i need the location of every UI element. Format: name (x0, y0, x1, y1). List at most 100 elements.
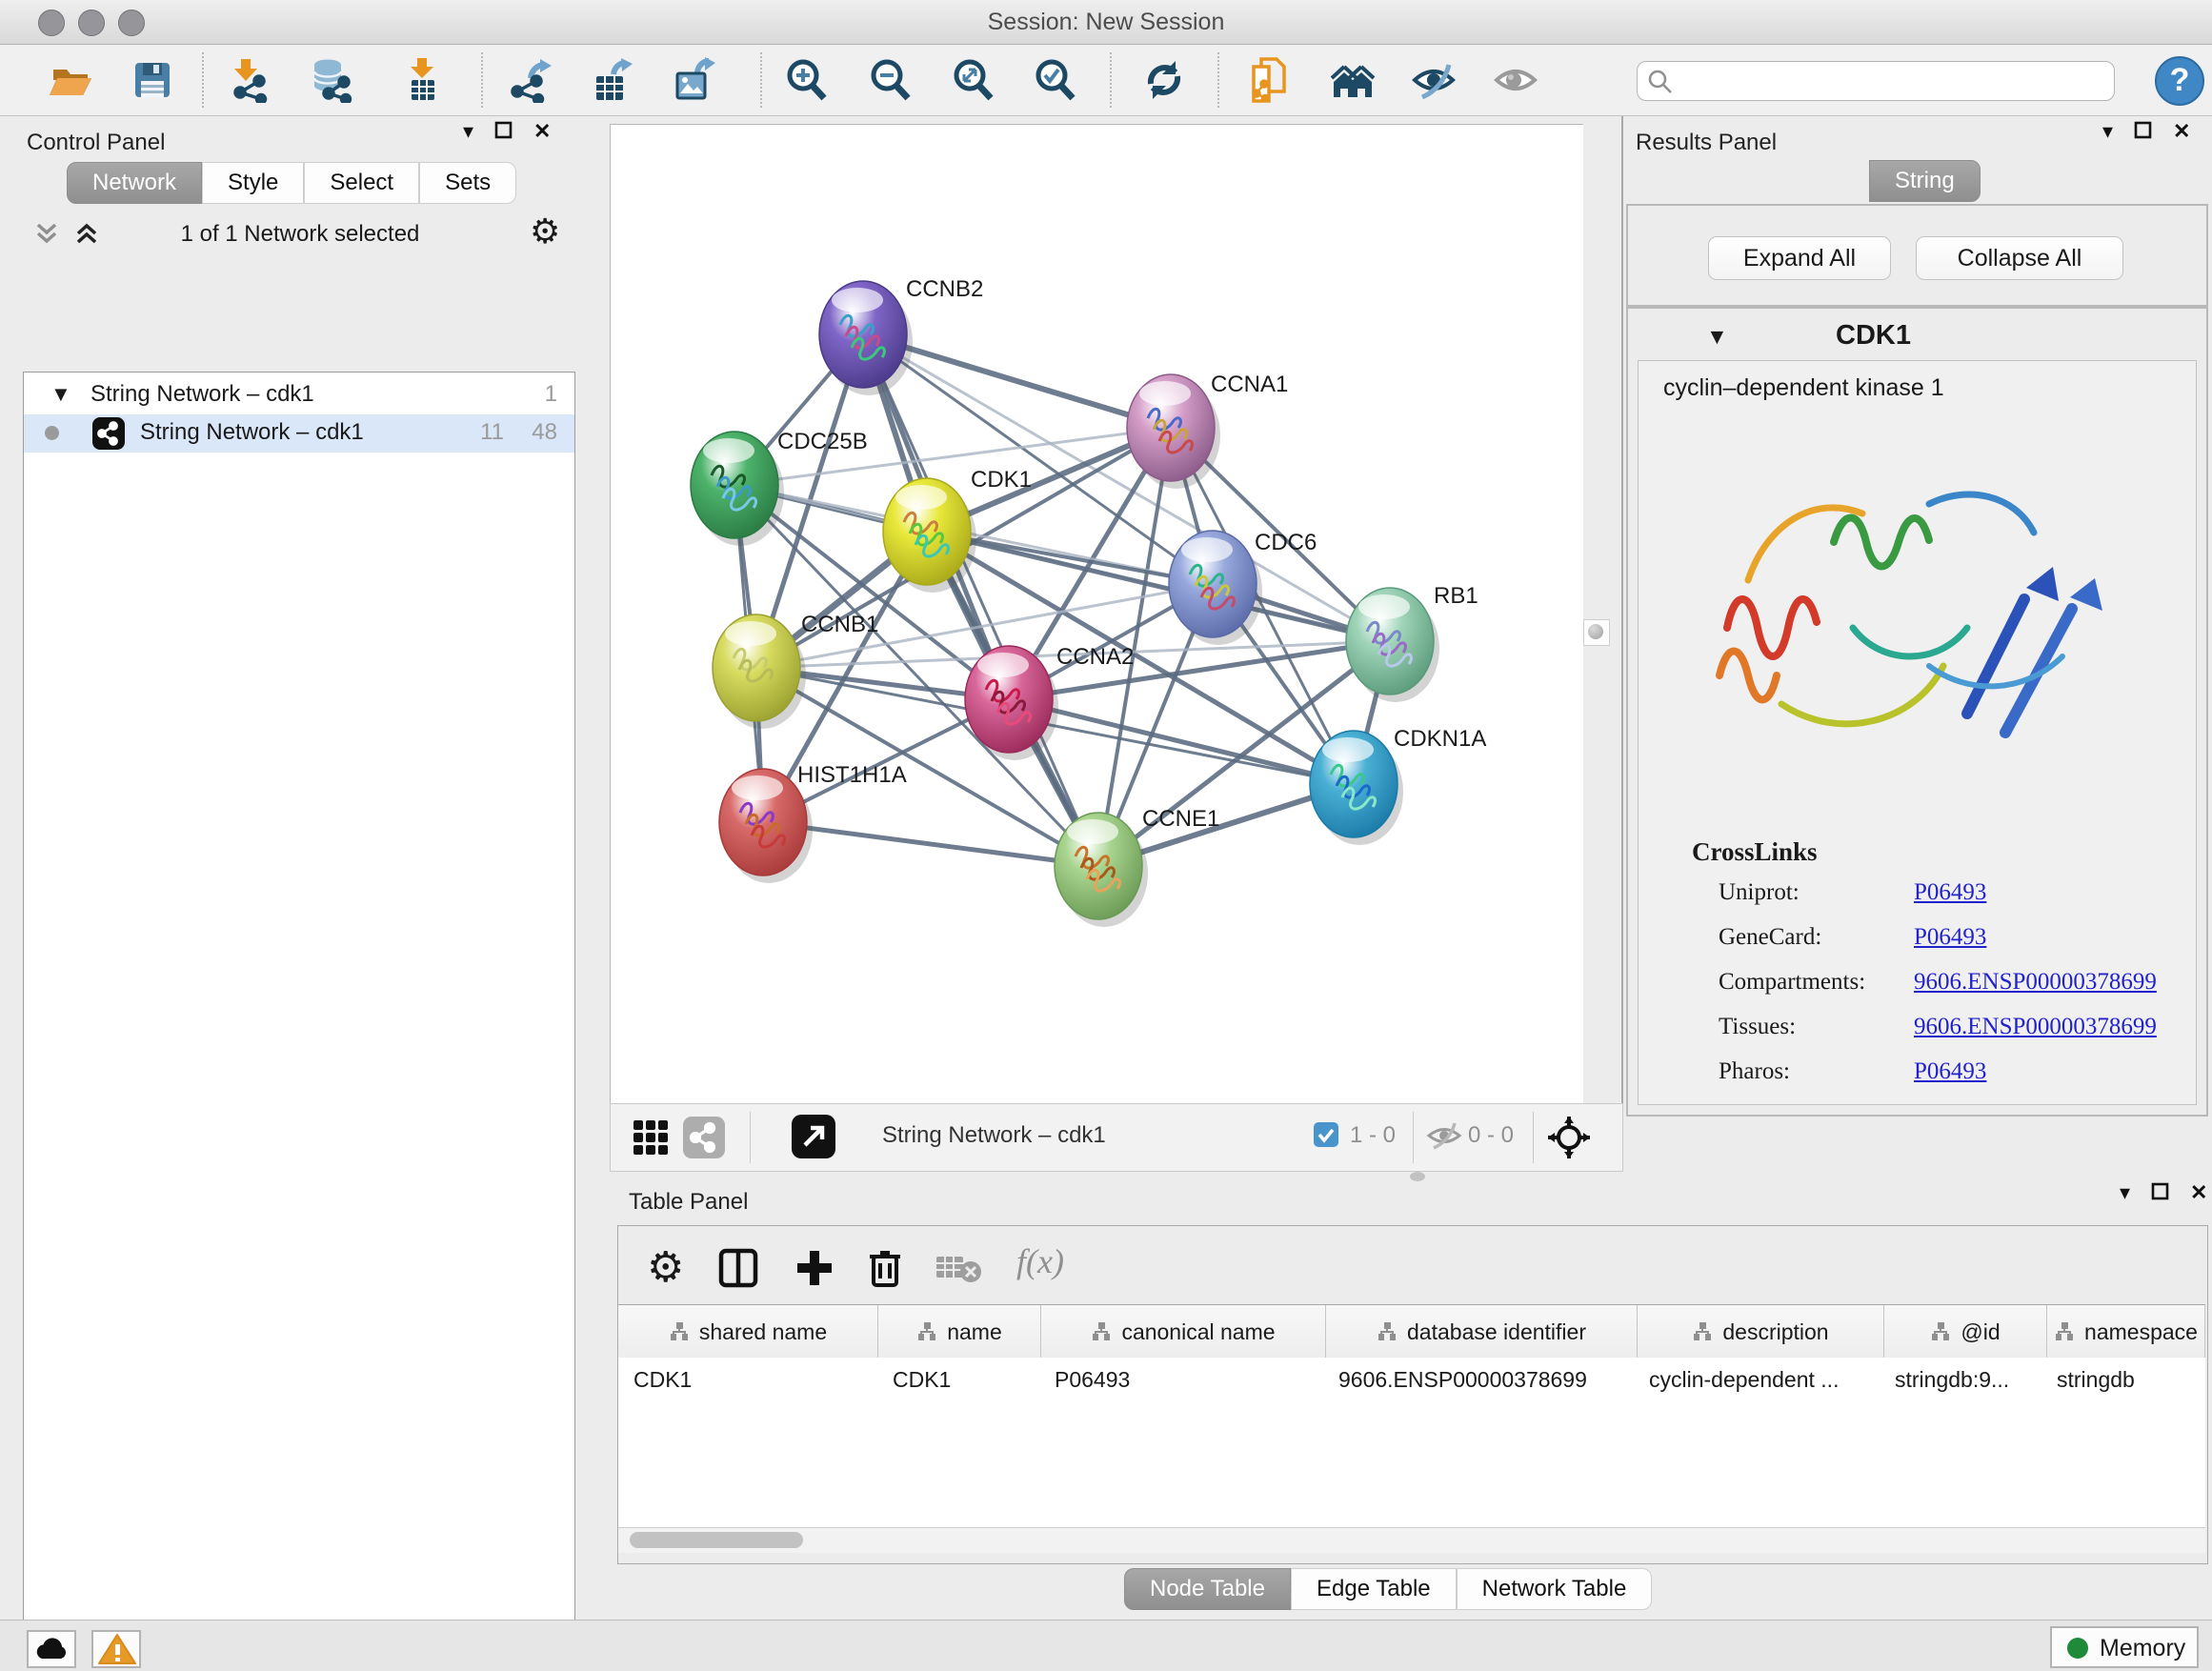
network-node[interactable]: CCNA1 (1127, 372, 1288, 489)
network-node[interactable]: CCNB2 (819, 276, 983, 395)
tab-string[interactable]: String (1869, 160, 1981, 202)
import-network-from-database-icon[interactable] (308, 57, 353, 103)
network-tree: ▼ String Network – cdk1 1 String Network… (23, 372, 575, 1671)
panel-menu-icon[interactable]: ▾ (2102, 121, 2113, 142)
table-body (618, 1401, 2205, 1527)
tab-edge-table[interactable]: Edge Table (1291, 1568, 1457, 1610)
cloud-status-button[interactable] (27, 1630, 76, 1668)
selected-checkbox-icon[interactable] (1314, 1122, 1338, 1147)
hscrollbar-thumb[interactable] (630, 1532, 803, 1548)
expand-all-button[interactable]: Expand All (1708, 236, 1891, 280)
network-node[interactable]: RB1 (1346, 583, 1478, 702)
panel-close-icon[interactable]: ✕ (533, 121, 551, 142)
save-session-icon[interactable] (130, 57, 175, 103)
export-network-icon[interactable] (508, 57, 553, 103)
zoom-in-icon[interactable] (784, 57, 830, 103)
crosslink-link[interactable]: P06493 (1914, 1058, 1986, 1085)
column-header-namespace[interactable]: namespace (2047, 1305, 2205, 1359)
help-button[interactable]: ? (2155, 56, 2204, 106)
network-node[interactable]: CDKN1A (1310, 726, 1486, 845)
new-network-from-selection-icon[interactable] (1248, 57, 1294, 103)
apply-layout-icon[interactable] (1141, 57, 1187, 103)
apply-function-icon[interactable]: f(x) (1016, 1241, 1064, 1281)
collapse-all-networks-icon[interactable] (32, 219, 61, 252)
zoom-out-icon[interactable] (868, 57, 914, 103)
network-view-toolbar: String Network – cdk1 1 - 0 0 - 0 (610, 1103, 1623, 1172)
panel-close-icon[interactable]: ✕ (2190, 1182, 2207, 1203)
crosslink-link[interactable]: 9606.ENSP00000378699 (1914, 969, 2157, 996)
column-header-shared-name[interactable]: shared name (618, 1305, 878, 1359)
protein-disclosure-icon[interactable]: ▼ (1706, 324, 1728, 350)
import-table-from-file-icon[interactable] (399, 57, 445, 103)
open-session-icon[interactable] (48, 57, 93, 103)
tab-select[interactable]: Select (304, 162, 419, 204)
show-columns-icon[interactable] (717, 1247, 759, 1294)
import-network-from-file-icon[interactable] (224, 57, 270, 103)
crosslink-link[interactable]: P06493 (1914, 924, 1986, 951)
network-node[interactable]: CDK1 (883, 467, 1032, 593)
column-type-icon (1692, 1321, 1713, 1342)
hidden-eye-icon[interactable] (1426, 1120, 1462, 1156)
panel-menu-icon[interactable]: ▾ (2120, 1182, 2130, 1203)
table-hscrollbar[interactable] (618, 1527, 2205, 1553)
grid-view-icon[interactable] (632, 1118, 670, 1161)
panel-menu-icon[interactable]: ▾ (463, 121, 473, 142)
zoom-selected-icon[interactable] (1033, 57, 1078, 103)
crosslink-link[interactable]: 9606.ENSP00000378699 (1914, 1014, 2157, 1040)
tab-network-table[interactable]: Network Table (1457, 1568, 1653, 1610)
export-table-icon[interactable] (589, 57, 634, 103)
warning-status-button[interactable] (91, 1630, 141, 1668)
detach-view-icon[interactable] (792, 1115, 835, 1158)
collection-disclosure-icon[interactable]: ▼ (50, 382, 71, 407)
column-header-@id[interactable]: @id (1884, 1305, 2047, 1359)
network-collection-row[interactable]: ▼ String Network – cdk1 1 (24, 376, 574, 414)
network-options-gear-icon[interactable]: ⚙ (530, 211, 560, 252)
memory-status-button[interactable]: Memory (2050, 1626, 2199, 1668)
network-node[interactable]: CDC25B (691, 429, 868, 546)
export-image-icon[interactable] (671, 57, 716, 103)
tab-style[interactable]: Style (202, 162, 304, 204)
column-header-database-identifier[interactable]: database identifier (1326, 1305, 1638, 1359)
network-edge[interactable] (763, 822, 1098, 866)
search-input[interactable] (1637, 61, 2115, 101)
network-node[interactable]: CCNB1 (713, 612, 878, 729)
fit-content-icon[interactable] (951, 57, 996, 103)
protein-structure-image (1691, 428, 2129, 799)
node-label: HIST1H1A (797, 762, 907, 788)
network-node[interactable]: CCNA2 (965, 644, 1134, 760)
column-header-canonical-name[interactable]: canonical name (1041, 1305, 1326, 1359)
crosslink-link[interactable]: P06493 (1914, 879, 1986, 906)
first-neighbors-icon[interactable] (1330, 57, 1376, 103)
hide-selected-icon[interactable] (1411, 57, 1457, 103)
network-node[interactable]: CCNE1 (1055, 806, 1219, 927)
network-view-type-icon[interactable] (683, 1117, 725, 1158)
add-column-icon[interactable] (794, 1247, 835, 1294)
main-toolbar: ? (0, 45, 2212, 116)
collapse-all-button[interactable]: Collapse All (1916, 236, 2123, 280)
panel-close-icon[interactable]: ✕ (2173, 121, 2190, 142)
column-header-description[interactable]: description (1638, 1305, 1884, 1359)
tab-node-table[interactable]: Node Table (1124, 1568, 1291, 1610)
birdseye-view-icon[interactable] (1546, 1115, 1592, 1165)
expand-all-networks-icon[interactable] (72, 219, 101, 252)
table-row[interactable]: CDK1CDK1P064939606.ENSP00000378699cyclin… (618, 1358, 2205, 1401)
panel-float-icon[interactable] (494, 121, 513, 143)
splitter-handle[interactable] (1583, 619, 1610, 646)
delete-column-icon[interactable] (864, 1245, 906, 1294)
delete-table-icon[interactable] (935, 1253, 984, 1290)
column-header-name[interactable]: name (878, 1305, 1041, 1359)
network-row-selected[interactable]: String Network – cdk1 11 48 (24, 414, 574, 453)
network-node[interactable]: HIST1H1A (719, 762, 907, 883)
table-settings-gear-icon[interactable]: ⚙ (647, 1243, 684, 1292)
crosslinks-list: Uniprot:P06493GeneCard:P06493Compartment… (1719, 879, 2176, 1103)
node-label: CCNB1 (801, 612, 878, 637)
horizontal-splitter-handle[interactable] (1410, 1172, 1425, 1181)
selected-node-edge-counts: 1 - 0 (1350, 1122, 1396, 1149)
tab-sets[interactable]: Sets (419, 162, 516, 204)
show-all-icon[interactable] (1493, 57, 1538, 103)
table-cell: CDK1 (618, 1358, 877, 1401)
tab-network[interactable]: Network (67, 162, 202, 204)
panel-float-icon[interactable] (2151, 1182, 2169, 1204)
panel-float-icon[interactable] (2134, 121, 2152, 143)
network-canvas[interactable]: CCNB2CCNA1CDC25BCDK1CDC6RB1CCNB1CCNA2CDK… (610, 124, 1584, 1105)
